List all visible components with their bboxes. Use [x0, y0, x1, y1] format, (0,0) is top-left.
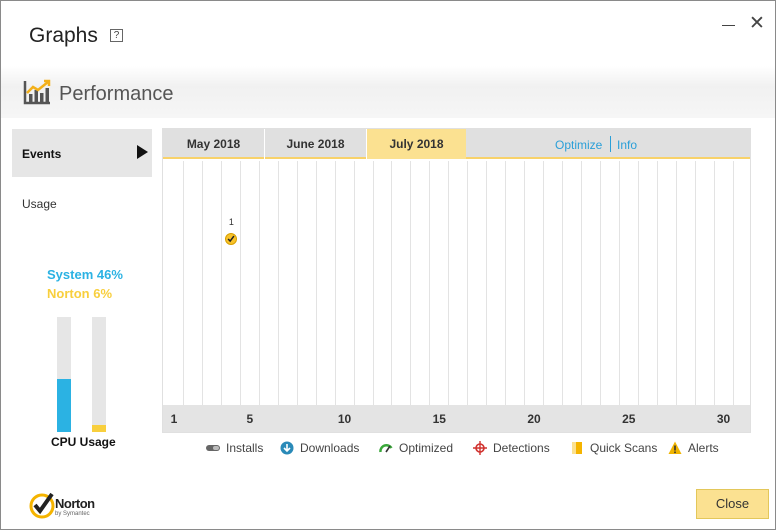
day-gridline [675, 161, 677, 405]
tab-may-2018[interactable]: May 2018 [163, 129, 264, 159]
norton-cpu-bar [92, 317, 106, 432]
x-tick-label: 30 [716, 412, 731, 426]
x-tick-label: 1 [170, 412, 178, 426]
norton-cpu-bar-fill [92, 425, 106, 432]
minimize-button[interactable] [720, 15, 738, 33]
x-tick-label: 20 [527, 412, 541, 426]
legend-label: Quick Scans [590, 441, 658, 455]
day-gridline [486, 161, 488, 405]
close-button[interactable]: Close [696, 489, 769, 519]
alerts-icon [668, 441, 682, 454]
performance-chart-icon [23, 79, 51, 105]
logo-subtext: by Symantec [55, 511, 90, 517]
day-gridline [543, 161, 545, 405]
day-gridline [410, 161, 412, 405]
x-tick-label: 25 [622, 412, 636, 426]
info-link[interactable]: Info [617, 138, 637, 152]
x-tick-label: 5 [246, 412, 254, 426]
day-gridline [391, 161, 393, 405]
legend-label: Optimized [399, 441, 454, 455]
day-gridline [562, 161, 563, 405]
optimized-icon [379, 444, 393, 453]
day-gridline [201, 161, 203, 405]
quick-scans-icon [572, 442, 582, 454]
event-count-label: 1 [228, 217, 234, 227]
chart-plot-area: 1 [163, 161, 750, 405]
day-gridline [334, 161, 336, 405]
day-gridline [353, 161, 355, 405]
day-gridline [296, 161, 298, 405]
detections-icon [473, 441, 487, 455]
graphs-window: Graphs ? ✕ Performance Events Usage Syst… [0, 0, 776, 530]
day-gridline [505, 161, 507, 405]
day-gridline [713, 161, 715, 405]
cpu-usage-label: CPU Usage [51, 435, 116, 449]
day-gridline [315, 161, 317, 405]
legend-label: Alerts [688, 441, 719, 455]
day-gridline [429, 161, 431, 405]
system-cpu-label: System 46% [47, 267, 123, 282]
day-gridline [618, 161, 620, 405]
tab-june-2018[interactable]: June 2018 [265, 129, 366, 159]
triangle-right-icon [137, 145, 148, 159]
day-gridline [599, 161, 601, 405]
day-gridline [732, 161, 734, 405]
system-cpu-bar [57, 317, 71, 432]
day-gridline [239, 161, 241, 405]
norton-logo: Norton by Symantec [29, 490, 109, 520]
tab-july-2018[interactable]: July 2018 [367, 129, 466, 159]
events-chart: May 2018 June 2018 July 2018 Optimize In… [162, 128, 751, 433]
day-gridline [277, 161, 279, 405]
x-tick-label: 15 [432, 412, 446, 426]
installs-event-marker[interactable] [224, 233, 237, 245]
system-cpu-bar-fill [57, 379, 71, 432]
sidebar-item-usage[interactable]: Usage [22, 197, 57, 211]
day-gridline [656, 161, 658, 405]
window-title: Graphs [29, 24, 98, 47]
sidebar-item-label: Events [22, 147, 62, 161]
help-button[interactable]: ? [110, 29, 123, 42]
day-gridline [258, 161, 260, 405]
link-divider [610, 136, 611, 152]
legend-label: Installs [226, 441, 264, 455]
norton-cpu-label: Norton 6% [47, 286, 112, 301]
day-gridline [467, 161, 469, 405]
day-gridline [637, 161, 639, 405]
installs-icon [206, 445, 220, 451]
legend-label: Downloads [300, 441, 360, 455]
day-gridline [183, 161, 184, 405]
section-title: Performance [59, 83, 174, 105]
legend-label: Detections [493, 441, 550, 455]
logo-text: Norton [55, 496, 95, 511]
optimize-link[interactable]: Optimize [555, 138, 602, 152]
downloads-icon [280, 441, 294, 455]
x-tick-label: 10 [337, 412, 352, 426]
day-gridline [580, 161, 582, 405]
day-gridline [694, 161, 696, 405]
day-gridline [372, 161, 374, 405]
day-gridline [448, 161, 450, 405]
close-window-button[interactable]: ✕ [748, 14, 766, 33]
day-gridline [220, 161, 222, 405]
day-gridline [524, 161, 526, 405]
month-tabs: May 2018 June 2018 July 2018 Optimize In… [163, 129, 750, 159]
x-axis: 1 5 10 15 20 25 30 [163, 405, 750, 432]
sidebar-item-events[interactable]: Events [12, 129, 152, 177]
minimize-icon [722, 25, 735, 26]
